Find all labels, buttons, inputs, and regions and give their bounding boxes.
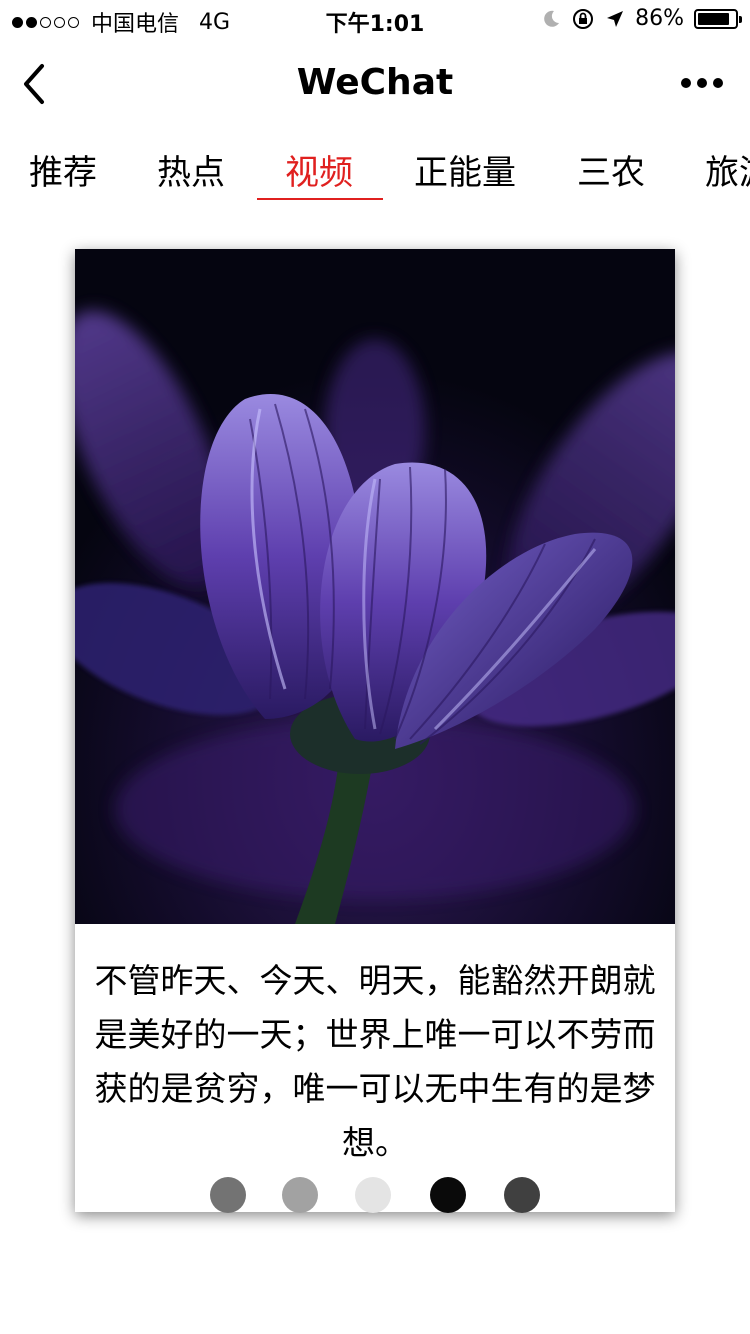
active-tab-indicator — [257, 198, 383, 200]
pagination-dot[interactable] — [282, 1177, 318, 1213]
purple-flower-photo[interactable] — [75, 249, 675, 924]
moon-icon — [544, 10, 560, 27]
page-title: WeChat — [296, 62, 454, 103]
pagination-dot[interactable] — [355, 1177, 391, 1213]
status-right: 86% — [541, 6, 742, 31]
quote-card[interactable]: 不管昨天、今天、明天，能豁然开朗就是美好的一天；世界上唯一可以不劳而获的是贫穷，… — [75, 249, 675, 1213]
location-arrow-icon — [607, 10, 624, 27]
more-button[interactable] — [678, 68, 726, 98]
flower-illustration — [75, 249, 675, 924]
status-bar: 中国电信 4G 下午1:01 86% — [0, 0, 750, 40]
tab-hot[interactable]: 热点 — [157, 150, 225, 200]
tab-travel[interactable]: 旅游 — [705, 150, 750, 200]
pagination-dot[interactable] — [504, 1177, 540, 1213]
tab-agriculture[interactable]: 三农 — [577, 150, 645, 200]
tab-recommend[interactable]: 推荐 — [29, 150, 97, 200]
battery-icon — [694, 8, 742, 29]
pagination-dot[interactable] — [210, 1177, 246, 1213]
nav-bar: WeChat — [0, 40, 750, 128]
tab-positive-energy[interactable]: 正能量 — [414, 150, 516, 200]
pagination-dots — [75, 1177, 675, 1213]
battery-percent: 86% — [635, 6, 684, 31]
rotation-lock-icon — [573, 8, 594, 29]
more-dots-icon — [681, 78, 691, 88]
tab-video[interactable]: 视频 — [285, 150, 353, 200]
category-tabs: 推荐 热点 视频 正能量 三农 旅游 — [0, 140, 750, 210]
pagination-dot[interactable] — [430, 1177, 466, 1213]
quote-caption: 不管昨天、今天、明天，能豁然开朗就是美好的一天；世界上唯一可以不劳而获的是贫穷，… — [94, 961, 656, 1162]
